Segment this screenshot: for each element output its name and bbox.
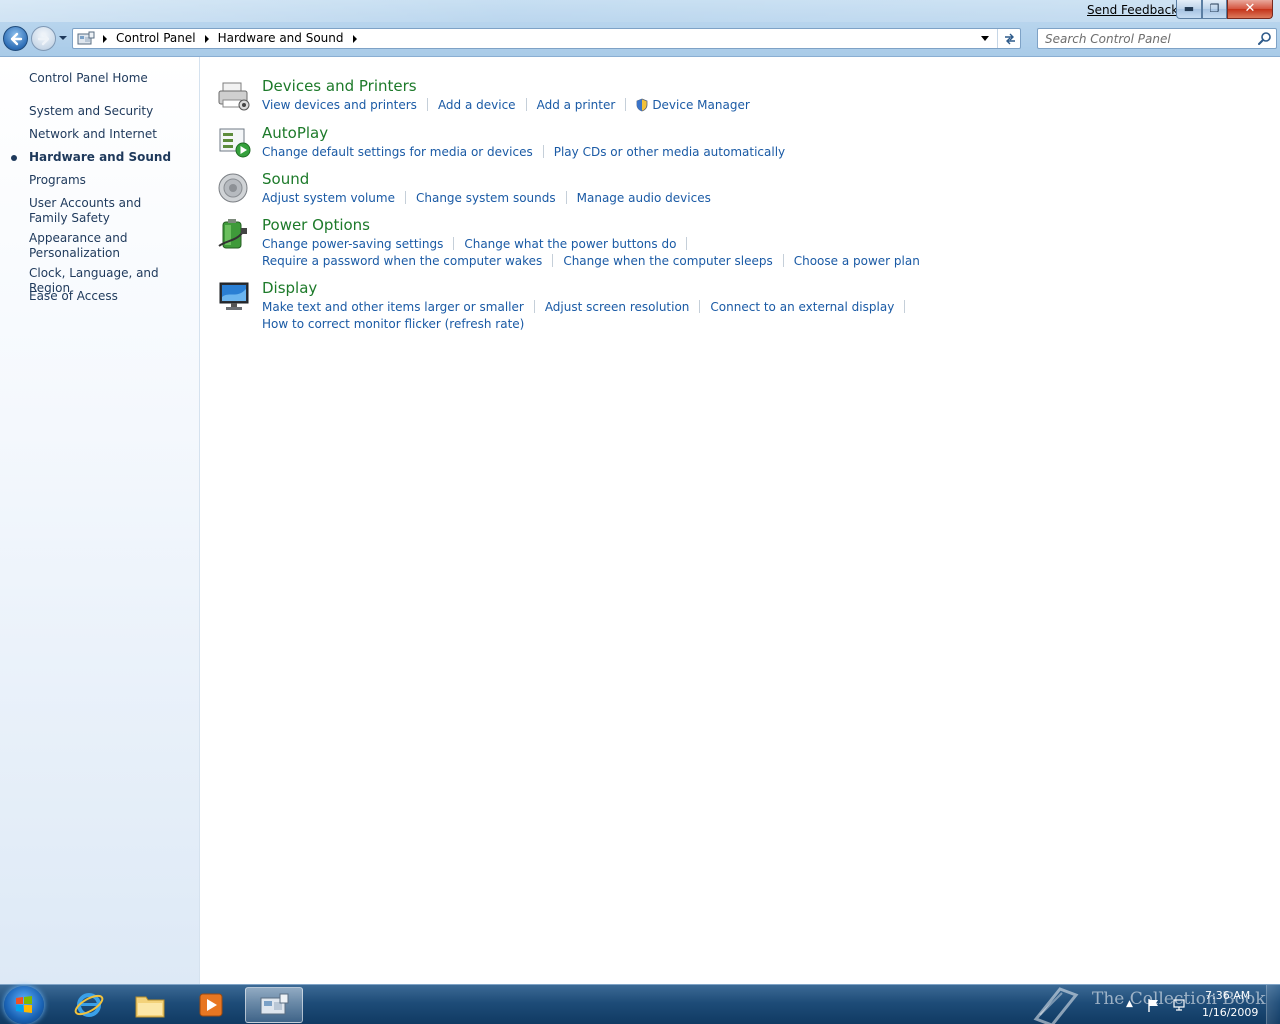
sidebar-item-ease-of-access[interactable]: Ease of Access bbox=[29, 289, 194, 304]
battery-icon bbox=[218, 219, 247, 249]
divider bbox=[565, 191, 567, 204]
breadcrumb-control-panel[interactable]: Control Panel bbox=[113, 29, 199, 48]
back-button[interactable] bbox=[3, 26, 28, 51]
refresh-icon bbox=[1004, 33, 1015, 44]
manage-audio-devices-link[interactable]: Manage audio devices bbox=[577, 191, 711, 205]
taskbar-media-player[interactable] bbox=[182, 987, 240, 1023]
divider bbox=[542, 145, 544, 158]
add-printer-link[interactable]: Add a printer bbox=[537, 98, 616, 112]
speaker-icon bbox=[218, 173, 248, 203]
minimize-button[interactable]: ▬ bbox=[1176, 0, 1202, 19]
sidebar-item-appearance[interactable]: Appearance and Personalization bbox=[29, 231, 129, 261]
devices-and-printers-heading[interactable]: Devices and Printers bbox=[262, 77, 417, 95]
internet-explorer-icon bbox=[74, 993, 104, 1017]
network-icon[interactable] bbox=[1172, 997, 1188, 1013]
show-hidden-icons-button[interactable]: ▲ bbox=[1126, 999, 1133, 1009]
sidebar-item-user-accounts[interactable]: User Accounts and Family Safety bbox=[29, 196, 179, 226]
refresh-button[interactable] bbox=[997, 29, 1021, 48]
divider bbox=[782, 254, 784, 267]
divider bbox=[426, 98, 428, 111]
taskbar-internet-explorer[interactable] bbox=[60, 987, 118, 1023]
play-cds-automatically-link[interactable]: Play CDs or other media automatically bbox=[554, 145, 785, 159]
change-default-media-settings-link[interactable]: Change default settings for media or dev… bbox=[262, 145, 533, 159]
recent-pages-chevron-icon[interactable] bbox=[58, 33, 68, 43]
view-devices-and-printers-link[interactable]: View devices and printers bbox=[262, 98, 417, 112]
change-power-buttons-link[interactable]: Change what the power buttons do bbox=[464, 237, 676, 251]
make-text-larger-link[interactable]: Make text and other items larger or smal… bbox=[262, 300, 524, 314]
connect-external-display-link[interactable]: Connect to an external display bbox=[710, 300, 894, 314]
correct-monitor-flicker-link[interactable]: How to correct monitor flicker (refresh … bbox=[262, 317, 524, 331]
divider bbox=[904, 300, 906, 313]
address-bar[interactable]: Control Panel Hardware and Sound bbox=[72, 28, 1021, 49]
show-desktop-button[interactable] bbox=[1266, 985, 1280, 1024]
close-button[interactable]: ✕ bbox=[1227, 0, 1273, 19]
search-icon[interactable] bbox=[1257, 31, 1273, 47]
divider bbox=[552, 254, 554, 267]
arrow-left-icon bbox=[10, 32, 23, 46]
control-panel-icon bbox=[77, 31, 95, 45]
divider bbox=[525, 98, 527, 111]
uac-shield-icon bbox=[636, 98, 648, 111]
sidebar-item-network-and-internet[interactable]: Network and Internet bbox=[29, 127, 194, 142]
maximize-button[interactable]: ❐ bbox=[1202, 0, 1227, 19]
send-feedback-link[interactable]: Send Feedback bbox=[1087, 3, 1178, 17]
sidebar-item-system-and-security[interactable]: System and Security bbox=[29, 104, 194, 119]
chevron-down-icon bbox=[981, 36, 989, 41]
divider bbox=[533, 300, 535, 313]
divider bbox=[453, 237, 455, 250]
choose-power-plan-link[interactable]: Choose a power plan bbox=[794, 254, 920, 268]
sidebar-item-hardware-and-sound[interactable]: Hardware and Sound bbox=[29, 150, 194, 165]
start-button[interactable] bbox=[4, 986, 44, 1024]
require-password-on-wake-link[interactable]: Require a password when the computer wak… bbox=[262, 254, 542, 268]
divider bbox=[404, 191, 406, 204]
display-heading[interactable]: Display bbox=[262, 279, 317, 297]
divider bbox=[699, 300, 701, 313]
monitor-icon bbox=[219, 282, 249, 310]
power-options-heading[interactable]: Power Options bbox=[262, 216, 370, 234]
divider bbox=[625, 98, 627, 111]
add-device-link[interactable]: Add a device bbox=[438, 98, 516, 112]
adjust-screen-resolution-link[interactable]: Adjust screen resolution bbox=[545, 300, 690, 314]
taskbar-control-panel[interactable] bbox=[245, 987, 303, 1023]
forward-button[interactable] bbox=[31, 26, 56, 51]
breadcrumb-hardware-and-sound[interactable]: Hardware and Sound bbox=[215, 29, 347, 48]
search-input[interactable] bbox=[1038, 29, 1253, 48]
clock-time[interactable]: 7:36 AM bbox=[1205, 989, 1250, 1002]
action-center-flag-icon[interactable] bbox=[1146, 997, 1162, 1013]
search-box[interactable] bbox=[1037, 28, 1277, 49]
autoplay-icon bbox=[219, 128, 251, 158]
windows-logo-icon bbox=[16, 996, 32, 1013]
taskbar: The Collection Book ▲ 7:36 AM 1/16/2009 bbox=[0, 984, 1280, 1024]
device-manager-label: Device Manager bbox=[652, 97, 750, 112]
adjust-system-volume-link[interactable]: Adjust system volume bbox=[262, 191, 395, 205]
change-power-saving-settings-link[interactable]: Change power-saving settings bbox=[262, 237, 443, 251]
folder-icon bbox=[135, 996, 165, 1018]
device-manager-link[interactable]: Device Manager bbox=[636, 97, 750, 112]
address-dropdown-button[interactable] bbox=[976, 29, 994, 48]
divider bbox=[686, 237, 688, 250]
breadcrumb-separator-chevron-icon[interactable] bbox=[199, 29, 215, 48]
autoplay-heading[interactable]: AutoPlay bbox=[262, 124, 328, 142]
breadcrumb-separator-chevron-icon[interactable] bbox=[347, 29, 363, 48]
clock-date[interactable]: 1/16/2009 bbox=[1202, 1006, 1258, 1019]
arrow-right-icon bbox=[37, 32, 50, 46]
breadcrumb-separator-chevron-icon[interactable] bbox=[97, 29, 113, 48]
watermark-book-icon bbox=[1033, 987, 1079, 1024]
window-titlebar: Send Feedback ▬ ❐ ✕ Control Panel Hardwa… bbox=[0, 0, 1280, 57]
sound-heading[interactable]: Sound bbox=[262, 170, 309, 188]
change-sleep-time-link[interactable]: Change when the computer sleeps bbox=[563, 254, 772, 268]
control-panel-icon bbox=[260, 993, 289, 1015]
control-panel-home-link[interactable]: Control Panel Home bbox=[29, 71, 148, 85]
navigation-pane: Control Panel Home System and Security N… bbox=[0, 57, 200, 984]
printer-icon bbox=[218, 82, 250, 111]
selected-bullet-icon bbox=[11, 155, 17, 161]
taskbar-windows-explorer[interactable] bbox=[121, 987, 179, 1023]
sidebar-item-programs[interactable]: Programs bbox=[29, 173, 194, 188]
media-player-icon bbox=[199, 993, 223, 1017]
change-system-sounds-link[interactable]: Change system sounds bbox=[416, 191, 556, 205]
content-pane: Devices and Printers View devices and pr… bbox=[200, 57, 1280, 984]
